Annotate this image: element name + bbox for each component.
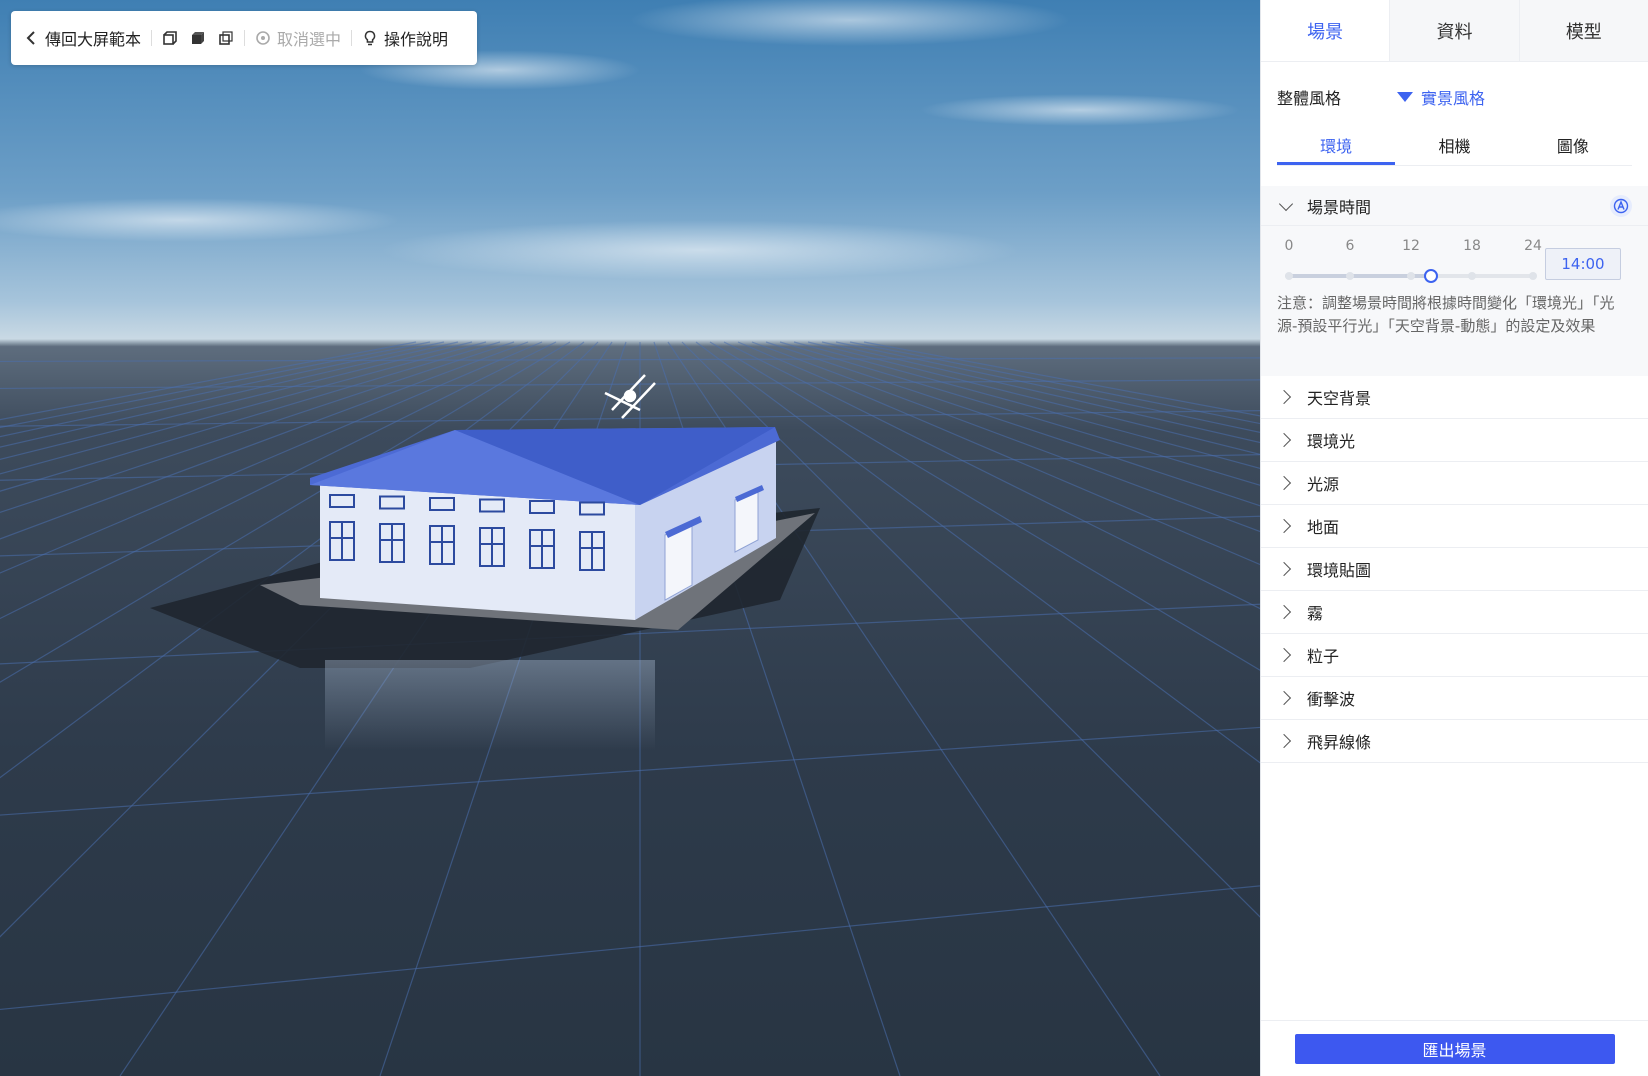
accordion-item[interactable]: 環境光 bbox=[1261, 419, 1648, 462]
section-scene-time-title: 場景時間 bbox=[1307, 197, 1372, 217]
back-label: 傳回大屏範本 bbox=[45, 30, 142, 49]
cube-wire-icon[interactable] bbox=[218, 30, 234, 46]
grid-line bbox=[0, 885, 1260, 1011]
chevron-right-icon bbox=[1276, 733, 1292, 749]
overall-style-label: 整體風格 bbox=[1277, 89, 1342, 108]
slider-step-dot bbox=[1285, 272, 1293, 280]
chevron-down-icon bbox=[1278, 196, 1294, 211]
caret-down-icon bbox=[1397, 92, 1413, 102]
chevron-right-icon bbox=[1276, 561, 1292, 577]
chevron-right-icon bbox=[1276, 389, 1292, 405]
accordion-item[interactable]: 地面 bbox=[1261, 505, 1648, 548]
time-note: 注意：調整場景時間將根據時間變化「環境光」「光源-預設平行光」「天空背景-動態」… bbox=[1277, 294, 1615, 335]
chevron-right-icon bbox=[1276, 518, 1292, 534]
grid-line bbox=[723, 341, 1260, 610]
accordion-item-label: 霧 bbox=[1307, 604, 1324, 623]
cloud bbox=[920, 94, 1240, 126]
lightbulb-icon bbox=[364, 30, 376, 46]
time-slider[interactable]: 14:00 bbox=[1277, 248, 1632, 298]
cloud bbox=[630, 0, 1070, 46]
slider-thumb[interactable] bbox=[1424, 269, 1439, 283]
time-tick-label: 6 bbox=[1345, 238, 1355, 254]
accordion-item[interactable]: 衝擊波 bbox=[1261, 677, 1648, 720]
accordion-item[interactable]: 環境貼圖 bbox=[1261, 548, 1648, 591]
accordion-item-label: 環境貼圖 bbox=[1307, 561, 1372, 580]
building-front-wall bbox=[320, 485, 635, 620]
toolbar-divider bbox=[351, 30, 353, 46]
sub-tabs: 環境 相機 圖像 bbox=[1277, 132, 1632, 166]
grid-line bbox=[821, 341, 1260, 444]
deselect-label: 取消選中 bbox=[277, 30, 342, 49]
cloud bbox=[380, 220, 1020, 280]
back-button[interactable]: 傳回大屏範本 bbox=[23, 11, 141, 65]
accordion-item-label: 飛昇線條 bbox=[1307, 733, 1372, 752]
time-tick-label: 0 bbox=[1284, 238, 1294, 254]
chevron-left-icon bbox=[26, 31, 35, 45]
section-scene-time-header[interactable]: 場景時間 bbox=[1261, 186, 1648, 226]
grid-line bbox=[765, 341, 1260, 507]
overall-style-row: 整體風格 實景風格 bbox=[1261, 62, 1648, 132]
accordion-list: 天空背景環境光光源地面環境貼圖霧粒子衝擊波飛昇線條 bbox=[1261, 376, 1648, 763]
slider-step-dot bbox=[1407, 272, 1415, 280]
scene-time-body: 0 6 12 18 24 14:00 注意：調整場景時間將根據時間變化「環境光」「光源-… bbox=[1261, 226, 1648, 376]
tab-model[interactable]: 模型 bbox=[1519, 0, 1648, 61]
subtab-environment[interactable]: 環境 bbox=[1277, 132, 1396, 165]
accordion-item-label: 衝擊波 bbox=[1307, 690, 1356, 709]
time-tick-label: 12 bbox=[1402, 238, 1420, 254]
chevron-right-icon bbox=[1276, 604, 1292, 620]
scene-viewport[interactable]: 傳回大屏範本 取消選中 操作說明 bbox=[0, 0, 1260, 1076]
grid-line bbox=[0, 357, 1260, 363]
help-button[interactable]: 操作說明 bbox=[362, 11, 448, 65]
time-tick-label: 18 bbox=[1463, 238, 1481, 254]
export-bar: 匯出場景 bbox=[1261, 1020, 1648, 1076]
accordion-item-label: 天空背景 bbox=[1307, 389, 1372, 408]
slider-step-dot bbox=[1468, 272, 1476, 280]
accordion-item-label: 光源 bbox=[1307, 475, 1340, 494]
cube-outline-icon[interactable] bbox=[162, 30, 178, 46]
reflection bbox=[325, 660, 655, 750]
scene-canvas[interactable] bbox=[0, 0, 1260, 1076]
overall-style-select[interactable]: 實景風格 bbox=[1397, 85, 1485, 109]
accordion-item[interactable]: 霧 bbox=[1261, 591, 1648, 634]
chevron-right-icon bbox=[1276, 647, 1292, 663]
accordion-item-label: 環境光 bbox=[1307, 432, 1356, 451]
grid-line bbox=[737, 341, 1260, 566]
subtab-camera[interactable]: 相機 bbox=[1395, 132, 1513, 165]
accordion-item[interactable]: 粒子 bbox=[1261, 634, 1648, 677]
tab-data[interactable]: 資料 bbox=[1390, 0, 1520, 61]
time-value-input[interactable]: 14:00 bbox=[1545, 248, 1621, 280]
settings-panel: 場景 資料 模型 整體風格 實景風格 環境 相機 圖像 場景時間 0 6 12 18 2… bbox=[1260, 0, 1648, 1076]
scene-toolbar: 傳回大屏範本 取消選中 操作說明 bbox=[11, 11, 477, 65]
chevron-right-icon bbox=[1276, 690, 1292, 706]
chevron-right-icon bbox=[1276, 475, 1292, 491]
grid-line bbox=[807, 341, 1260, 456]
accordion-item-label: 粒子 bbox=[1307, 647, 1340, 666]
deselect-icon bbox=[256, 31, 270, 45]
overall-style-value: 實景風格 bbox=[1421, 89, 1486, 108]
help-label: 操作說明 bbox=[384, 30, 449, 49]
accordion-item[interactable]: 天空背景 bbox=[1261, 376, 1648, 419]
slider-step-dot bbox=[1346, 272, 1354, 280]
subtab-image[interactable]: 圖像 bbox=[1514, 132, 1632, 165]
grid-line bbox=[793, 341, 1260, 470]
accordion-item[interactable]: 光源 bbox=[1261, 462, 1648, 505]
grid-line bbox=[695, 341, 1260, 764]
deselect-button[interactable]: 取消選中 bbox=[255, 11, 341, 65]
toolbar-divider bbox=[244, 30, 246, 46]
chevron-right-icon bbox=[1276, 432, 1292, 448]
cloud bbox=[0, 198, 400, 242]
grid-line bbox=[751, 341, 1260, 533]
top-tabs: 場景 資料 模型 bbox=[1261, 0, 1648, 62]
time-ticks: 0 6 12 18 24 bbox=[1277, 238, 1542, 258]
export-scene-button[interactable]: 匯出場景 bbox=[1294, 1033, 1615, 1064]
accordion-item[interactable]: 飛昇線條 bbox=[1261, 720, 1648, 763]
time-tick-label: 24 bbox=[1524, 238, 1542, 254]
cube-solid-icon[interactable] bbox=[190, 30, 206, 46]
tab-scene[interactable]: 場景 bbox=[1261, 0, 1391, 61]
auto-time-icon[interactable] bbox=[1610, 194, 1632, 217]
toolbar-divider bbox=[151, 30, 153, 46]
accordion-item-label: 地面 bbox=[1307, 518, 1340, 537]
slider-step-dot bbox=[1529, 272, 1537, 280]
